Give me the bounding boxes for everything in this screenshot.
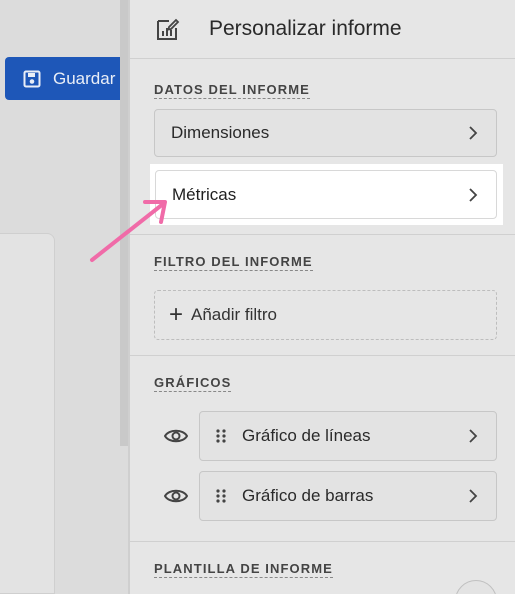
metrics-row[interactable]: Métricas — [155, 170, 497, 219]
eye-icon[interactable] — [164, 427, 188, 445]
report-card — [0, 233, 55, 594]
chart-item-lines[interactable]: Gráfico de líneas — [199, 411, 497, 461]
eye-icon[interactable] — [164, 487, 188, 505]
chevron-right-icon — [469, 429, 478, 443]
chart-item-bars[interactable]: Gráfico de barras — [199, 471, 497, 521]
save-button[interactable]: Guardar — [5, 57, 123, 100]
save-button-label: Guardar — [53, 68, 116, 88]
dimensions-label: Dimensiones — [171, 123, 270, 142]
chevron-right-icon — [469, 187, 478, 202]
add-filter-button[interactable]: + Añadir filtro — [154, 290, 497, 340]
save-icon — [23, 70, 41, 87]
chart-item-label: Gráfico de barras — [242, 486, 374, 505]
report-template-title: PLANTILLA DE INFORME — [154, 561, 333, 578]
plus-icon: + — [169, 301, 184, 328]
report-template-section: PLANTILLA DE INFORME — [130, 542, 515, 594]
charts-title: GRÁFICOS — [154, 375, 232, 392]
drag-handle-icon[interactable] — [214, 428, 228, 444]
report-data-title: DATOS DEL INFORME — [154, 82, 310, 99]
edit-report-icon — [157, 18, 180, 40]
dimensions-row[interactable]: Dimensiones — [154, 109, 497, 157]
drag-handle-icon[interactable] — [214, 488, 228, 504]
chevron-right-icon — [469, 126, 478, 140]
metrics-label: Métricas — [172, 184, 237, 204]
add-filter-label: Añadir filtro — [191, 305, 277, 324]
report-filter-title: FILTRO DEL INFORME — [154, 254, 313, 271]
annotation-arrow-icon — [90, 200, 167, 262]
panel-title: Personalizar informe — [209, 17, 402, 40]
chart-item-label: Gráfico de líneas — [242, 426, 371, 445]
panel-header: Personalizar informe — [130, 0, 515, 59]
chevron-right-icon — [469, 489, 478, 503]
